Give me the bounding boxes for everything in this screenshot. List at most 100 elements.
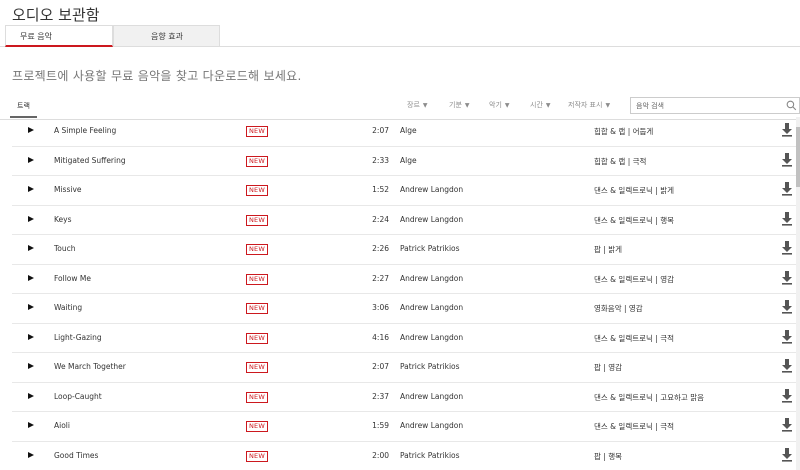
download-icon[interactable] xyxy=(781,388,793,403)
tab-free-music[interactable]: 무료 음악 xyxy=(5,25,113,47)
track-title: Waiting xyxy=(54,303,83,312)
track-duration: 1:52 xyxy=(372,185,389,194)
track-genre-mood: 댄스 & 일렉트로닉 | 극적 xyxy=(594,422,675,431)
download-icon[interactable] xyxy=(781,359,793,373)
filter-duration[interactable]: 시간 ▼ xyxy=(530,100,551,110)
track-row: Aioli NEW 1:59 Andrew Langdon 댄스 & 일렉트로닉… xyxy=(12,412,800,442)
track-row: Keys NEW 2:24 Andrew Langdon 댄스 & 일렉트로닉 … xyxy=(12,206,800,235)
new-badge: NEW xyxy=(246,332,268,344)
track-genre-mood: 댄스 & 일렉트로닉 | 행복 xyxy=(594,215,675,225)
track-duration: 2:07 xyxy=(372,126,389,135)
play-icon[interactable] xyxy=(28,156,34,163)
track-row: Waiting NEW 3:06 Andrew Langdon 영화음악 | 영… xyxy=(12,294,800,324)
track-artist: Patrick Patrikios xyxy=(400,450,460,460)
track-artist: Andrew Langdon xyxy=(400,332,464,342)
track-title: Aioli xyxy=(54,421,70,430)
tab-tracks[interactable]: 트랙 xyxy=(10,98,37,118)
play-icon[interactable] xyxy=(28,215,34,222)
track-genre-mood: 힙합 & 랩 | 어둡게 xyxy=(594,127,654,136)
track-row: Follow Me NEW 2:27 Andrew Langdon 댄스 & 일… xyxy=(12,265,800,294)
play-icon[interactable] xyxy=(28,392,34,399)
play-icon[interactable] xyxy=(28,304,34,310)
track-row: Good Times NEW 2:00 Patrick Patrikios 팝 … xyxy=(12,442,800,470)
play-icon[interactable] xyxy=(28,422,34,428)
track-artist: Patrick Patrikios xyxy=(400,244,460,253)
download-icon[interactable] xyxy=(781,418,793,432)
download-icon[interactable] xyxy=(781,329,793,344)
track-row: Missive NEW 1:52 Andrew Langdon 댄스 & 일렉트… xyxy=(12,176,800,206)
download-icon[interactable] xyxy=(781,123,793,137)
play-icon[interactable] xyxy=(28,333,34,340)
play-icon[interactable] xyxy=(28,186,34,192)
play-icon[interactable] xyxy=(28,363,34,369)
track-artist: Alge xyxy=(400,155,417,165)
track-artist: Andrew Langdon xyxy=(400,303,464,312)
track-duration: 2:00 xyxy=(372,450,389,460)
track-artist: Patrick Patrikios xyxy=(400,362,460,371)
filter-mood[interactable]: 기분 ▼ xyxy=(449,100,470,110)
track-artist: Andrew Langdon xyxy=(400,391,464,401)
new-badge: NEW xyxy=(246,362,268,373)
filter-attribution[interactable]: 저작자 표시 ▼ xyxy=(568,100,610,110)
new-badge: NEW xyxy=(246,126,268,137)
caret-down-icon: ▼ xyxy=(422,102,428,109)
search-icon[interactable] xyxy=(785,99,798,112)
track-title: We March Together xyxy=(54,362,126,371)
play-icon[interactable] xyxy=(28,245,34,251)
track-list: A Simple Feeling NEW 2:07 Alge 힙합 & 랩 | … xyxy=(0,117,800,470)
track-title: A Simple Feeling xyxy=(54,126,117,135)
track-row: Light-Gazing NEW 4:16 Andrew Langdon 댄스 … xyxy=(12,324,800,353)
play-icon[interactable] xyxy=(28,451,34,458)
track-duration: 3:06 xyxy=(372,303,389,312)
search-input[interactable] xyxy=(631,98,781,113)
new-badge: NEW xyxy=(246,244,268,255)
track-duration: 4:16 xyxy=(372,332,389,342)
caret-down-icon: ▼ xyxy=(605,102,611,109)
new-badge: NEW xyxy=(246,185,268,196)
track-duration: 2:07 xyxy=(372,362,389,371)
filter-duration-label: 시간 xyxy=(530,101,543,109)
download-icon[interactable] xyxy=(781,182,793,196)
track-genre-mood: 팝 | 행복 xyxy=(594,451,622,461)
track-row: Mitigated Suffering NEW 2:33 Alge 힙합 & 랩… xyxy=(12,147,800,176)
track-title: Good Times xyxy=(54,450,99,460)
download-icon[interactable] xyxy=(781,152,793,167)
track-artist: Andrew Langdon xyxy=(400,273,464,283)
track-title: Missive xyxy=(54,185,82,194)
track-duration: 2:24 xyxy=(372,214,389,224)
track-genre-mood: 팝 | 영감 xyxy=(594,363,622,372)
new-badge: NEW xyxy=(246,450,268,462)
track-artist: Andrew Langdon xyxy=(400,185,464,194)
track-artist: Alge xyxy=(400,126,417,135)
play-icon[interactable] xyxy=(28,274,34,281)
track-title: Follow Me xyxy=(54,273,91,283)
search-box xyxy=(630,97,800,114)
download-icon[interactable] xyxy=(781,211,793,226)
filter-instrument[interactable]: 악기 ▼ xyxy=(489,100,510,110)
track-genre-mood: 댄스 & 일렉트로닉 | 밝게 xyxy=(594,186,675,195)
track-artist: Andrew Langdon xyxy=(400,421,464,430)
new-badge: NEW xyxy=(246,273,268,285)
new-badge: NEW xyxy=(246,214,268,226)
download-icon[interactable] xyxy=(781,300,793,314)
download-icon[interactable] xyxy=(781,270,793,285)
track-duration: 2:37 xyxy=(372,391,389,401)
scrollbar[interactable] xyxy=(796,117,800,470)
scrollbar-thumb[interactable] xyxy=(796,127,800,187)
caret-down-icon: ▼ xyxy=(504,102,510,109)
play-icon[interactable] xyxy=(28,127,34,133)
filter-mood-label: 기분 xyxy=(449,101,462,109)
download-icon[interactable] xyxy=(781,447,793,462)
tab-sound-effects[interactable]: 음향 효과 xyxy=(113,25,220,47)
intro-text: 프로젝트에 사용할 무료 음악을 찾고 다운로드해 보세요. xyxy=(12,69,302,83)
track-title: Mitigated Suffering xyxy=(54,155,126,165)
track-title: Keys xyxy=(54,214,72,224)
track-row: Loop-Caught NEW 2:37 Andrew Langdon 댄스 &… xyxy=(12,383,800,412)
track-duration: 2:27 xyxy=(372,273,389,283)
track-duration: 2:33 xyxy=(372,155,389,165)
new-badge: NEW xyxy=(246,303,268,314)
filter-instrument-label: 악기 xyxy=(489,101,502,109)
new-badge: NEW xyxy=(246,421,268,432)
download-icon[interactable] xyxy=(781,241,793,255)
filter-genre[interactable]: 장르 ▼ xyxy=(407,100,428,110)
